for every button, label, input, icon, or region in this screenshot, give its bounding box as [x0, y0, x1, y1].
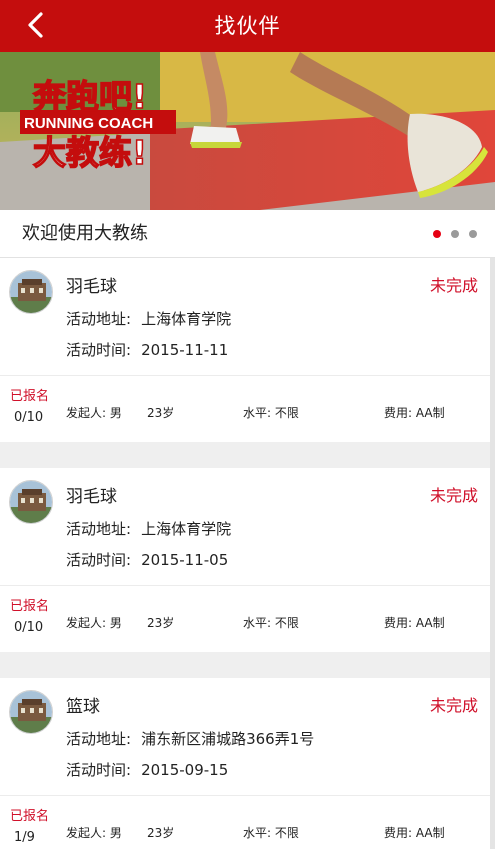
level-label: 水平:: [243, 406, 272, 420]
starter-age: 23岁: [147, 616, 175, 630]
sport-name: 篮球: [66, 697, 100, 717]
card-divider: [0, 795, 490, 796]
level-value: 不限: [274, 616, 299, 630]
address-row: 活动地址: 上海体育学院: [66, 518, 231, 539]
organizer-photo: [10, 271, 52, 313]
address-value: 上海体育学院: [141, 520, 232, 538]
address-row: 活动地址: 上海体育学院: [66, 308, 231, 329]
fee-info: 费用: AA制: [384, 824, 445, 841]
time-label: 活动时间:: [66, 551, 132, 569]
signup-count: 0/10: [14, 410, 44, 425]
sport-name: 羽毛球: [66, 487, 117, 507]
time-row: 活动时间: 2015-11-11: [66, 339, 228, 360]
card-divider: [0, 585, 490, 586]
carousel-indicator: [433, 230, 477, 238]
starter-label: 发起人:: [66, 616, 107, 630]
fee-value: AA制: [415, 406, 445, 420]
avatar: [9, 270, 53, 314]
status-badge: 未完成: [429, 276, 478, 295]
starter-age: 23岁: [147, 406, 175, 420]
banner-line1: 奔跑吧!: [33, 77, 147, 116]
sport-name: 羽毛球: [66, 277, 117, 297]
scrollbar[interactable]: [490, 258, 495, 849]
address-row: 活动地址: 浦东新区浦城路366弄1号: [66, 728, 314, 749]
carousel-dot-3[interactable]: [469, 230, 477, 238]
fee-label: 费用:: [384, 616, 413, 630]
fee-label: 费用:: [384, 406, 413, 420]
level-info: 水平: 不限: [243, 614, 299, 631]
starter-gender: 男: [109, 616, 122, 630]
time-value: 2015-11-05: [141, 551, 229, 569]
app-header: 找伙伴: [0, 0, 495, 52]
address-label: 活动地址:: [66, 520, 132, 538]
address-value: 上海体育学院: [141, 310, 232, 328]
time-row: 活动时间: 2015-09-15: [66, 759, 228, 780]
fee-value: AA制: [415, 616, 445, 630]
fee-value: AA制: [415, 826, 445, 840]
banner-line2: RUNNING COACH: [24, 115, 153, 132]
starter-gender: 男: [109, 406, 122, 420]
starter-label: 发起人:: [66, 406, 107, 420]
welcome-text: 欢迎使用大教练: [22, 223, 148, 244]
carousel-dot-2[interactable]: [451, 230, 459, 238]
fee-label: 费用:: [384, 826, 413, 840]
level-value: 不限: [274, 826, 299, 840]
banner-carousel[interactable]: 奔跑吧! RUNNING COACH 大教练!: [0, 52, 495, 210]
time-label: 活动时间:: [66, 341, 132, 359]
level-info: 水平: 不限: [243, 404, 299, 421]
banner-image: 奔跑吧! RUNNING COACH 大教练!: [0, 52, 495, 210]
starter-age: 23岁: [147, 826, 175, 840]
time-row: 活动时间: 2015-11-05: [66, 549, 228, 570]
address-value: 浦东新区浦城路366弄1号: [141, 730, 315, 748]
signup-count: 1/9: [14, 830, 35, 845]
carousel-dot-1[interactable]: [433, 230, 441, 238]
page-title: 找伙伴: [214, 14, 281, 38]
starter-info: 发起人: 男: [66, 614, 122, 631]
level-label: 水平:: [243, 826, 272, 840]
card-divider: [0, 375, 490, 376]
banner-line3: 大教练!: [33, 133, 147, 172]
address-label: 活动地址:: [66, 310, 132, 328]
level-info: 水平: 不限: [243, 824, 299, 841]
fee-info: 费用: AA制: [384, 614, 445, 631]
organizer-photo: [10, 481, 52, 523]
avatar: [9, 690, 53, 734]
status-badge: 未完成: [429, 696, 478, 715]
signed-label: 已报名: [10, 809, 50, 824]
time-value: 2015-11-11: [141, 341, 229, 359]
time-value: 2015-09-15: [141, 761, 229, 779]
signed-label: 已报名: [10, 599, 50, 614]
starter-label: 发起人:: [66, 826, 107, 840]
signed-label: 已报名: [10, 389, 50, 404]
starter-info: 发起人: 男: [66, 404, 122, 421]
time-label: 活动时间:: [66, 761, 132, 779]
activity-card[interactable]: 羽毛球 未完成 活动地址: 上海体育学院 活动时间: 2015-11-11 已报名 …: [0, 258, 490, 442]
welcome-strip: 欢迎使用大教练: [0, 210, 495, 258]
avatar: [9, 480, 53, 524]
starter-gender: 男: [109, 826, 122, 840]
status-badge: 未完成: [429, 486, 478, 505]
level-label: 水平:: [243, 616, 272, 630]
signup-count: 0/10: [14, 620, 44, 635]
level-value: 不限: [274, 406, 299, 420]
starter-info: 发起人: 男: [66, 824, 122, 841]
organizer-photo: [10, 691, 52, 733]
activity-card[interactable]: 羽毛球 未完成 活动地址: 上海体育学院 活动时间: 2015-11-05 已报名 …: [0, 468, 490, 652]
fee-info: 费用: AA制: [384, 404, 445, 421]
activity-card[interactable]: 篮球 未完成 活动地址: 浦东新区浦城路366弄1号 活动时间: 2015-09-1…: [0, 678, 490, 849]
address-label: 活动地址:: [66, 730, 132, 748]
